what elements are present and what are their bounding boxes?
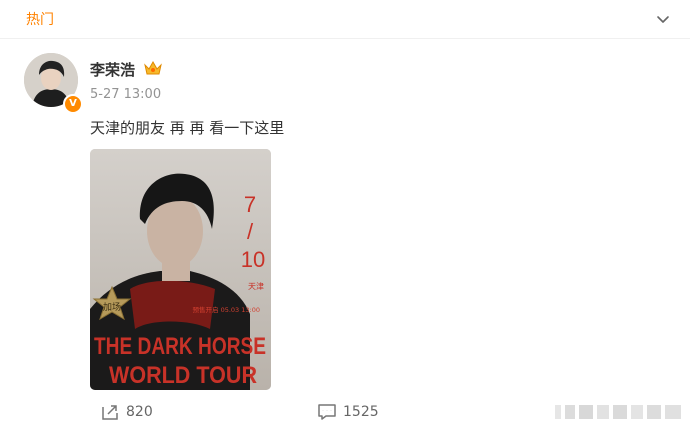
- poster-title-line1: THE DARK HORSE: [94, 333, 266, 360]
- comment-button[interactable]: 1525: [317, 403, 379, 423]
- hot-section-label: 热门: [26, 12, 54, 28]
- post-text: 天津的朋友 再 再 看一下这里: [90, 119, 285, 137]
- poster-date-slash: /: [247, 219, 254, 244]
- poster-date-day: 10: [241, 247, 265, 272]
- repost-count: 820: [126, 404, 153, 420]
- poster-title-line2: WORLD TOUR: [109, 362, 257, 389]
- comment-count: 1525: [343, 404, 379, 420]
- author-name[interactable]: 李荣浩: [90, 59, 135, 80]
- repost-button[interactable]: 820: [100, 403, 153, 423]
- post-timestamp[interactable]: 5-27 13:00: [90, 87, 161, 102]
- poster-date-month: 7: [244, 192, 256, 217]
- collapse-button[interactable]: [654, 10, 672, 28]
- repost-icon: [102, 405, 118, 420]
- poster-sale-line: 预售开启 05.03 13:00: [193, 305, 260, 314]
- verified-icon: V: [63, 94, 83, 114]
- crown-icon[interactable]: [143, 59, 163, 77]
- svg-text:加场: 加场: [103, 302, 121, 313]
- poster-city: 天津: [248, 281, 264, 291]
- post-image[interactable]: 7 / 10 天津 预售开启 05.03 13:00 加场 THE DARK H…: [90, 149, 271, 390]
- like-button[interactable]: [555, 402, 683, 422]
- chevron-down-icon: [657, 16, 669, 23]
- comment-icon: [318, 404, 336, 420]
- feed-section-header: 热门: [0, 0, 690, 39]
